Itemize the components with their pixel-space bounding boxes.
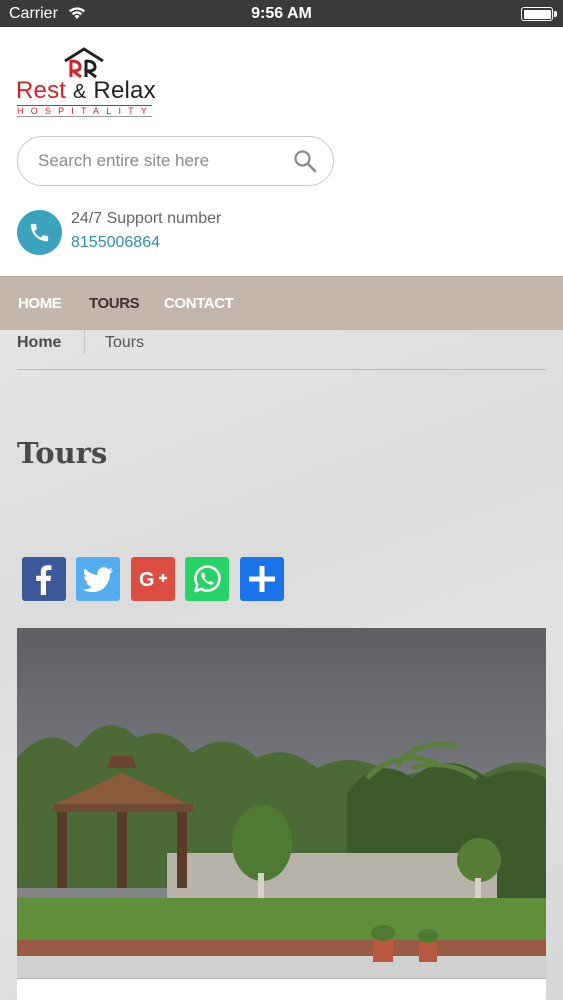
- breadcrumb: Home Tours: [17, 330, 546, 370]
- tour-photo[interactable]: [17, 628, 546, 978]
- support-phone-link[interactable]: 8155006864: [71, 234, 160, 252]
- status-bar: Carrier 9:56 AM: [0, 0, 563, 27]
- svg-text:G: G: [139, 569, 155, 591]
- phone-icon[interactable]: [17, 210, 62, 255]
- nav-item-contact[interactable]: CONTACT: [164, 295, 234, 312]
- site-header: Rest & Relax HOSPITALITY 24/7 Support nu…: [0, 27, 563, 276]
- twitter-share-button[interactable]: [76, 557, 120, 601]
- facebook-share-button[interactable]: [22, 557, 66, 601]
- page-title: Tours: [17, 436, 108, 470]
- house-logo-icon: [64, 47, 104, 79]
- whatsapp-icon: [194, 565, 221, 593]
- google-plus-share-button[interactable]: G: [131, 557, 175, 601]
- clock: 9:56 AM: [251, 5, 312, 22]
- resort-garden-image: [17, 628, 546, 978]
- facebook-icon: [36, 565, 52, 595]
- support-info: 24/7 Support number 8155006864: [17, 210, 317, 256]
- brand-tagline: HOSPITALITY: [17, 105, 152, 117]
- site-logo[interactable]: Rest & Relax HOSPITALITY: [16, 47, 156, 117]
- nav-item-tours[interactable]: TOURS: [89, 295, 140, 312]
- main-nav: HOME TOURS CONTACT: [0, 276, 563, 330]
- breadcrumb-separator: [84, 330, 85, 354]
- whatsapp-share-button[interactable]: [185, 557, 229, 601]
- search-box: [17, 136, 334, 186]
- brand-name: Rest & Relax: [16, 77, 156, 104]
- nav-item-home[interactable]: HOME: [18, 295, 62, 312]
- photo-caption-area: [17, 978, 546, 1000]
- main-content: Home Tours Tours G: [0, 330, 563, 1000]
- google-plus-icon: G: [139, 569, 167, 591]
- breadcrumb-current: Tours: [105, 334, 145, 351]
- search-input[interactable]: [38, 149, 278, 173]
- search-icon[interactable]: [293, 149, 317, 173]
- share-more-button[interactable]: [240, 557, 284, 601]
- support-label: 24/7 Support number: [71, 210, 222, 227]
- share-plus-icon: [249, 566, 275, 592]
- twitter-icon: [82, 567, 113, 593]
- battery-icon: [521, 7, 557, 21]
- breadcrumb-home-link[interactable]: Home: [17, 334, 61, 352]
